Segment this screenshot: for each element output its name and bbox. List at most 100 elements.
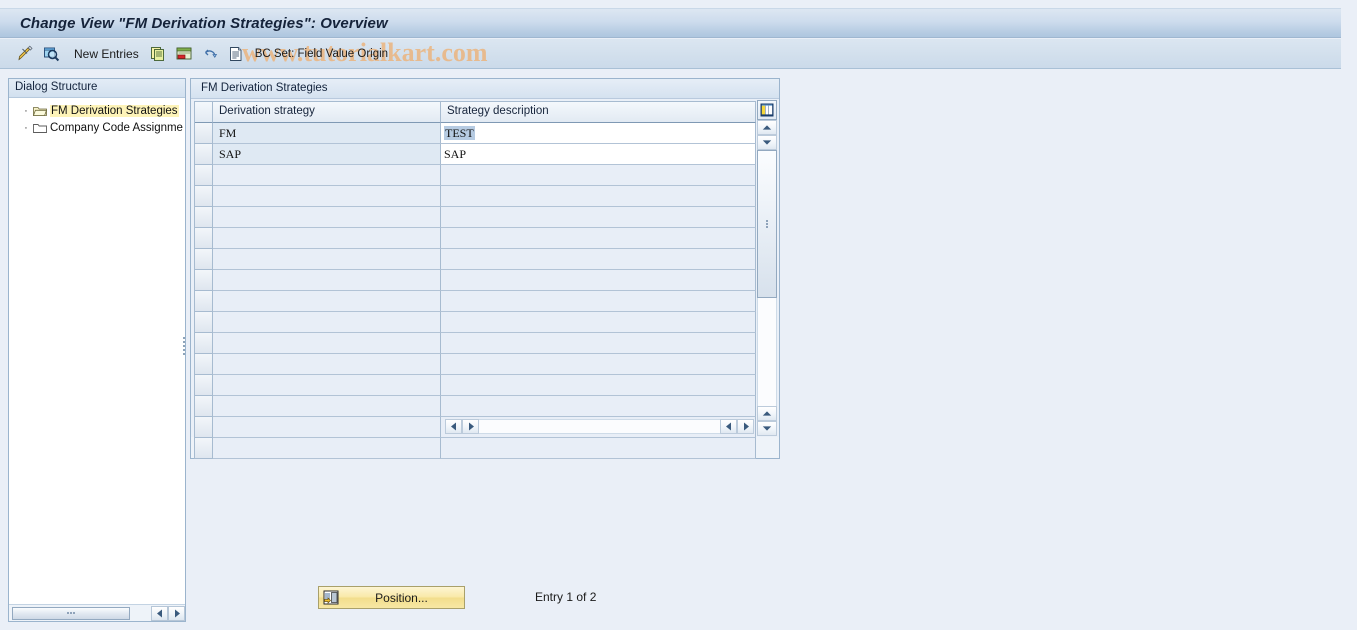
bc-set-button[interactable]: BC Set: Field Value Origin	[255, 48, 388, 60]
display-change-icon[interactable]	[12, 43, 38, 65]
table-row[interactable]: FM TEST	[195, 123, 756, 144]
copy-icon[interactable]	[145, 43, 171, 65]
sidebar-scroll-thumb[interactable]	[12, 606, 130, 620]
cell-strategy-description[interactable]	[441, 375, 756, 396]
row-selector[interactable]	[195, 438, 213, 459]
table-row-empty[interactable]	[195, 375, 756, 396]
row-selector[interactable]	[195, 375, 213, 396]
cell-strategy-description[interactable]	[441, 186, 756, 207]
table-row-empty[interactable]	[195, 228, 756, 249]
grid-vertical-scrollbar[interactable]	[757, 100, 777, 436]
cell-derivation-strategy[interactable]	[213, 333, 441, 354]
grid-scroll-page-down-icon[interactable]	[757, 421, 777, 436]
table-row[interactable]: SAP SAP	[195, 144, 756, 165]
table-row-empty[interactable]	[195, 354, 756, 375]
undo-arrow-icon[interactable]	[197, 43, 223, 65]
cell-strategy-description[interactable]	[441, 207, 756, 228]
row-selector[interactable]	[195, 354, 213, 375]
sidebar-item-company-code-assignment[interactable]: · Company Code Assignme	[9, 119, 185, 136]
grid-select-all-cell[interactable]	[195, 102, 213, 123]
row-selector[interactable]	[195, 249, 213, 270]
row-selector[interactable]	[195, 270, 213, 291]
cell-derivation-strategy[interactable]	[213, 354, 441, 375]
grid-scroll-right-icon[interactable]	[462, 419, 479, 434]
cell-derivation-strategy[interactable]	[213, 438, 441, 459]
cell-strategy-description[interactable]: TEST	[441, 123, 756, 144]
grid-horizontal-scrollbar[interactable]	[445, 419, 754, 434]
empty-rows-container	[195, 165, 756, 459]
magnifier-icon[interactable]	[38, 43, 64, 65]
cell-strategy-description[interactable]	[441, 333, 756, 354]
grid-scroll-last-column-icon[interactable]	[737, 419, 754, 434]
row-selector[interactable]	[195, 417, 213, 438]
sidebar-item-fm-derivation-strategies[interactable]: · FM Derivation Strategies	[9, 102, 185, 119]
table-row-empty[interactable]	[195, 312, 756, 333]
cell-derivation-strategy[interactable]	[213, 228, 441, 249]
table-settings-icon[interactable]	[757, 100, 777, 120]
document-lines-icon[interactable]	[223, 43, 249, 65]
grid-scroll-up-icon[interactable]	[757, 120, 777, 135]
grid-scroll-track[interactable]	[757, 298, 777, 406]
delete-row-icon[interactable]	[171, 43, 197, 65]
cell-strategy-description[interactable]	[441, 165, 756, 186]
table-row-empty[interactable]	[195, 333, 756, 354]
row-selector[interactable]	[195, 207, 213, 228]
cell-strategy-description[interactable]	[441, 291, 756, 312]
table-row-empty[interactable]	[195, 186, 756, 207]
cell-value-selected: TEST	[444, 126, 475, 140]
column-header-strategy-description[interactable]: Strategy description	[441, 102, 756, 123]
grid-scroll-left-icon[interactable]	[445, 419, 462, 434]
cell-strategy-description[interactable]	[441, 396, 756, 417]
row-selector[interactable]	[195, 312, 213, 333]
tree-bullet-icon: ·	[24, 121, 28, 134]
panel-splitter-handle[interactable]	[182, 335, 188, 357]
cell-strategy-description[interactable]	[441, 228, 756, 249]
position-button[interactable]: Position...	[318, 586, 465, 609]
cell-strategy-description[interactable]	[441, 249, 756, 270]
grid-scroll-first-column-icon[interactable]	[720, 419, 737, 434]
row-selector[interactable]	[195, 228, 213, 249]
cell-derivation-strategy[interactable]: FM	[213, 123, 441, 144]
grid-scroll-thumb[interactable]	[757, 150, 777, 298]
row-selector[interactable]	[195, 144, 213, 165]
row-selector[interactable]	[195, 333, 213, 354]
row-selector[interactable]	[195, 291, 213, 312]
sidebar-scroll-right-icon[interactable]	[168, 605, 185, 621]
table-row-empty[interactable]	[195, 270, 756, 291]
cell-derivation-strategy[interactable]: SAP	[213, 144, 441, 165]
cell-derivation-strategy[interactable]	[213, 186, 441, 207]
grid-scroll-down-icon[interactable]	[757, 135, 777, 150]
table-row-empty[interactable]	[195, 249, 756, 270]
row-selector[interactable]	[195, 123, 213, 144]
cell-derivation-strategy[interactable]	[213, 312, 441, 333]
new-entries-button[interactable]: New Entries	[74, 47, 139, 61]
sidebar-scroll-left-icon[interactable]	[151, 605, 168, 621]
row-selector[interactable]	[195, 165, 213, 186]
table-row-empty[interactable]	[195, 396, 756, 417]
table-row-empty[interactable]	[195, 165, 756, 186]
dialog-structure-tree: · FM Derivation Strategies · Company Cod…	[9, 98, 185, 136]
grid-hscroll-track[interactable]	[479, 419, 720, 434]
row-selector[interactable]	[195, 396, 213, 417]
cell-strategy-description[interactable]: SAP	[441, 144, 756, 165]
grid-scroll-page-up-icon[interactable]	[757, 406, 777, 421]
cell-derivation-strategy[interactable]	[213, 375, 441, 396]
cell-derivation-strategy[interactable]	[213, 207, 441, 228]
sidebar-horizontal-scrollbar[interactable]	[9, 604, 185, 621]
table-row-empty[interactable]	[195, 207, 756, 228]
column-header-derivation-strategy[interactable]: Derivation strategy	[213, 102, 441, 123]
cell-strategy-description[interactable]	[441, 438, 756, 459]
cell-strategy-description[interactable]	[441, 354, 756, 375]
row-selector[interactable]	[195, 186, 213, 207]
cell-derivation-strategy[interactable]	[213, 249, 441, 270]
cell-derivation-strategy[interactable]	[213, 291, 441, 312]
cell-derivation-strategy[interactable]	[213, 165, 441, 186]
cell-strategy-description[interactable]	[441, 270, 756, 291]
cell-strategy-description[interactable]	[441, 312, 756, 333]
table-row-empty[interactable]	[195, 438, 756, 459]
cell-derivation-strategy[interactable]	[213, 396, 441, 417]
cell-derivation-strategy[interactable]	[213, 270, 441, 291]
data-grid: Derivation strategy Strategy description…	[194, 101, 756, 459]
table-row-empty[interactable]	[195, 291, 756, 312]
cell-derivation-strategy[interactable]	[213, 417, 441, 438]
